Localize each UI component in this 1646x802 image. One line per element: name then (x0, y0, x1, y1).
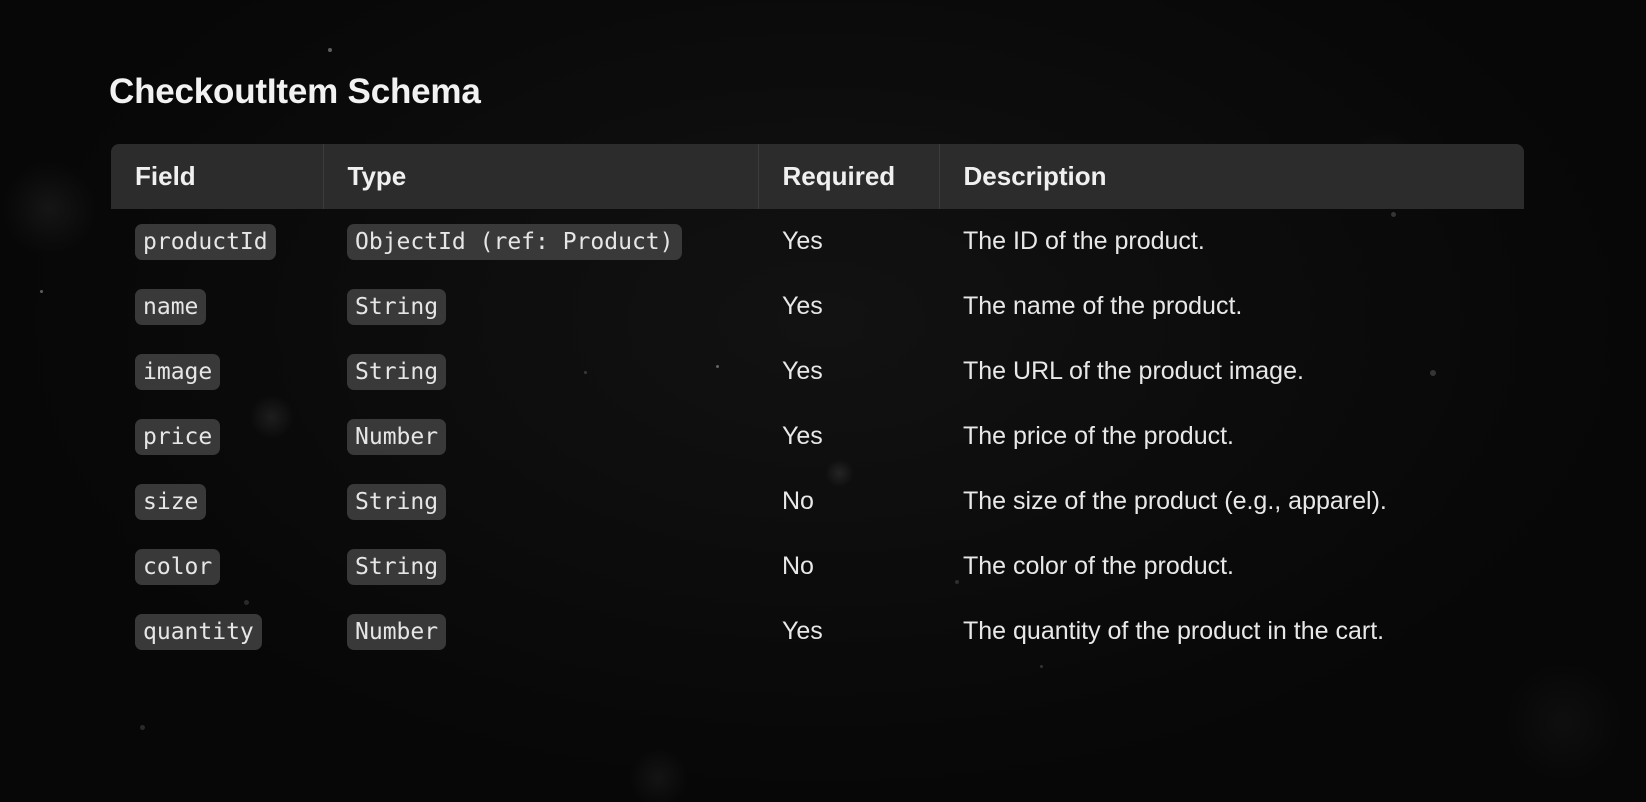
field-cell: size (111, 469, 323, 534)
dust-speck (328, 48, 332, 52)
dust-speck (40, 290, 43, 293)
field-type-code: String (347, 288, 447, 325)
description-cell: The ID of the product. (963, 227, 1205, 255)
type-cell: Number (323, 599, 758, 664)
table-row: color String No The color of the product… (111, 534, 1524, 599)
dust-speck (1040, 665, 1043, 668)
required-cell: Yes (782, 227, 823, 255)
field-type-code: String (347, 353, 447, 390)
table-row: price Number Yes The price of the produc… (111, 404, 1524, 469)
header-required: Required (757, 144, 939, 209)
field-name-code: name (135, 288, 207, 325)
field-cell: productId (111, 209, 323, 274)
field-name-code: size (135, 483, 207, 520)
header-description: Description (938, 144, 1524, 209)
required-cell: Yes (782, 357, 823, 385)
table-row: quantity Number Yes The quantity of the … (111, 599, 1524, 664)
table-header: Field Type Required Description (111, 144, 1524, 209)
table-row: image String Yes The URL of the product … (111, 339, 1524, 404)
table-row: productId ObjectId (ref: Product) Yes Th… (111, 209, 1524, 274)
type-cell: String (323, 274, 758, 339)
description-cell: The size of the product (e.g., apparel). (963, 487, 1387, 515)
field-type-code: Number (347, 418, 447, 455)
field-type-code: ObjectId (ref: Product) (347, 223, 682, 260)
table-body: productId ObjectId (ref: Product) Yes Th… (111, 209, 1524, 664)
required-cell: Yes (782, 617, 823, 645)
table-row: size String No The size of the product (… (111, 469, 1524, 534)
field-type-code: String (347, 548, 447, 585)
field-name-code: color (135, 548, 221, 585)
field-type-code: Number (347, 613, 447, 650)
schema-table: Field Type Required Description productI… (111, 144, 1524, 664)
type-cell: String (323, 534, 758, 599)
required-cell: Yes (782, 292, 823, 320)
required-cell: No (782, 487, 814, 515)
type-cell: ObjectId (ref: Product) (323, 209, 758, 274)
field-name-code: image (135, 353, 221, 390)
required-cell: Yes (782, 422, 823, 450)
field-cell: color (111, 534, 323, 599)
header-type: Type (322, 144, 758, 209)
field-name-code: price (135, 418, 221, 455)
type-cell: String (323, 339, 758, 404)
description-cell: The color of the product. (963, 552, 1234, 580)
type-cell: String (323, 469, 758, 534)
field-cell: quantity (111, 599, 323, 664)
field-cell: name (111, 274, 323, 339)
description-cell: The name of the product. (963, 292, 1243, 320)
field-name-code: productId (135, 223, 276, 260)
header-field: Field (111, 144, 323, 209)
field-name-code: quantity (135, 613, 262, 650)
required-cell: No (782, 552, 814, 580)
description-cell: The URL of the product image. (963, 357, 1304, 385)
description-cell: The price of the product. (963, 422, 1234, 450)
description-cell: The quantity of the product in the cart. (963, 617, 1385, 645)
field-cell: image (111, 339, 323, 404)
header-row: Field Type Required Description (111, 144, 1524, 209)
table-row: name String Yes The name of the product. (111, 274, 1524, 339)
field-type-code: String (347, 483, 447, 520)
dust-speck (140, 725, 145, 730)
type-cell: Number (323, 404, 758, 469)
field-cell: price (111, 404, 323, 469)
page-title: CheckoutItem Schema (109, 72, 481, 111)
